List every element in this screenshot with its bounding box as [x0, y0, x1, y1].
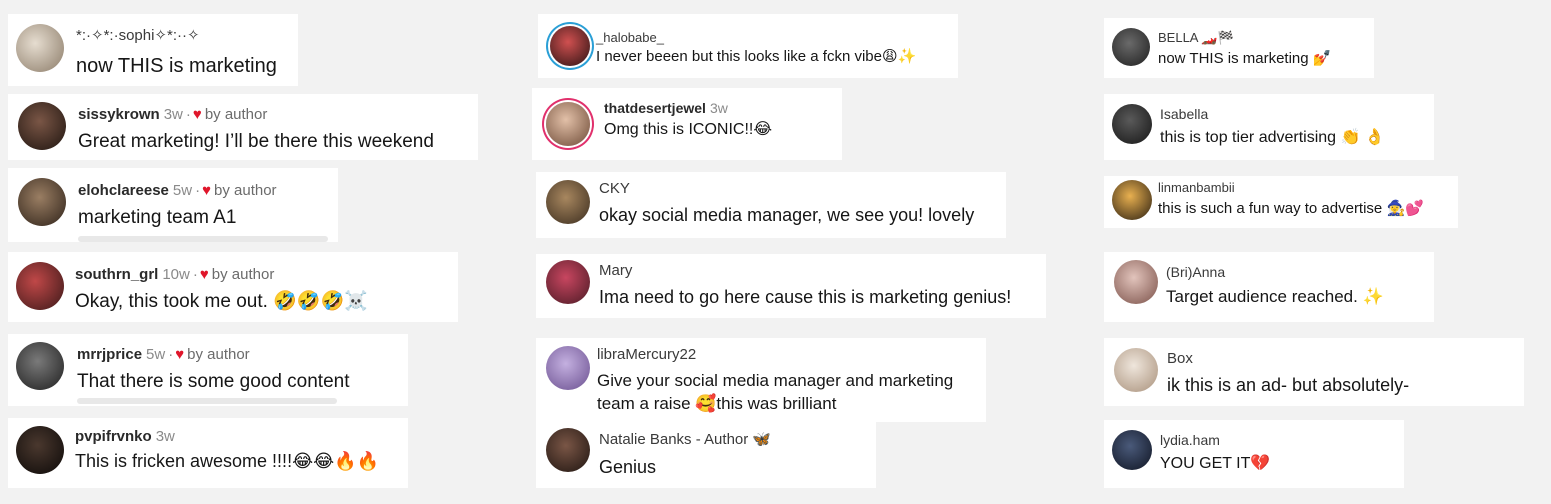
username[interactable]: (Bri)Anna — [1166, 264, 1225, 280]
username[interactable]: BELLA 🏎️🏁 — [1158, 30, 1234, 45]
username[interactable]: elohclareese — [78, 182, 169, 199]
comment-card: (Bri)Anna Target audience reached. ✨ — [1104, 252, 1434, 322]
comment-text: Okay, this took me out. 🤣🤣🤣☠️ — [75, 291, 368, 312]
comment-text: Target audience reached. ✨ — [1166, 287, 1384, 306]
avatar[interactable] — [546, 180, 590, 224]
avatar[interactable] — [546, 260, 590, 304]
comment-text: Genius — [599, 457, 657, 477]
timestamp: 3w — [709, 100, 728, 116]
username[interactable]: southrn_grl — [75, 266, 158, 283]
liked-by-author-label: by author — [204, 106, 268, 123]
avatar[interactable] — [16, 24, 64, 72]
comment-card: _halobabe_ I never beeen but this looks … — [538, 14, 958, 78]
comment-card: Box ik this is an ad- but absolutely- — [1104, 338, 1524, 406]
heart-icon: ♥ — [202, 182, 211, 199]
username[interactable]: Box — [1167, 350, 1193, 367]
comment-text: now THIS is marketing 💅 — [1158, 50, 1332, 67]
comment-text: Great marketing! I’ll be there this week… — [78, 131, 434, 152]
comment-text: marketing team A1 — [78, 207, 237, 228]
avatar[interactable] — [1114, 348, 1158, 392]
separator: · — [185, 106, 191, 123]
username[interactable]: Mary — [599, 262, 632, 279]
avatar[interactable] — [1114, 260, 1158, 304]
heart-icon: ♥ — [192, 106, 202, 123]
liked-by-author-label: by author — [211, 266, 275, 283]
comment-card: linmanbambii this is such a fun way to a… — [1104, 176, 1458, 228]
username[interactable]: lydia.ham — [1160, 432, 1220, 448]
username[interactable]: pvpifrvnko — [75, 428, 152, 445]
faint-text-line — [77, 398, 337, 404]
separator: · — [168, 346, 174, 363]
timestamp: 5w — [146, 346, 166, 363]
username[interactable]: linmanbambii — [1158, 180, 1235, 195]
comment-text: now THIS is marketing — [76, 55, 277, 77]
comment-card: sissykrown 3w · ♥ by author Great marketing!… — [8, 94, 478, 160]
comment-text: Give your social media manager and marke… — [597, 371, 954, 390]
avatar[interactable] — [1112, 104, 1152, 144]
comment-text: okay social media manager, we see you! l… — [599, 205, 975, 225]
avatar[interactable] — [16, 262, 64, 310]
comment-card: Isabella this is top tier advertising 👏 … — [1104, 94, 1434, 160]
comment-text: YOU GET IT💔 — [1160, 455, 1271, 472]
avatar[interactable] — [546, 102, 590, 146]
username[interactable]: CKY — [599, 180, 630, 197]
faint-text-line — [78, 236, 328, 242]
username[interactable]: libraMercury22 — [597, 346, 696, 363]
comment-text: That there is some good content — [77, 371, 350, 392]
comment-card: pvpifrvnko 3w This is fricken awesome !!!… — [8, 418, 408, 488]
avatar[interactable] — [1112, 28, 1150, 66]
avatar[interactable] — [18, 102, 66, 150]
comment-card: southrn_grl 10w · ♥ by author Okay, this too… — [8, 252, 458, 322]
comment-card: libraMercury22 Give your social media ma… — [536, 338, 986, 422]
separator: · — [195, 182, 201, 199]
heart-icon: ♥ — [199, 266, 209, 283]
avatar[interactable] — [546, 346, 590, 390]
comment-text: I never beeen but this looks like a fckn… — [596, 48, 917, 65]
avatar[interactable] — [18, 178, 66, 226]
timestamp: 10w — [162, 266, 190, 283]
comment-card: thatdesertjewel 3w Omg this is ICONIC!!😂 — [532, 88, 842, 160]
comment-card: Mary Ima need to go here cause this is m… — [536, 254, 1046, 318]
comment-card: CKY okay social media manager, we see yo… — [536, 172, 1006, 238]
comment-card: Natalie Banks - Author 🦋 Genius — [536, 420, 876, 488]
comment-text: Omg this is ICONIC!!😂 — [604, 121, 773, 138]
comment-card: mrrjprice 5w · ♥ by author That there is som… — [8, 334, 408, 406]
timestamp: 5w — [172, 182, 193, 199]
username[interactable]: sissykrown — [78, 106, 160, 123]
username[interactable]: mrrjprice — [77, 346, 142, 363]
separator: · — [192, 266, 198, 283]
comment-card: lydia.ham YOU GET IT💔 — [1104, 420, 1404, 488]
comment-card: BELLA 🏎️🏁 now THIS is marketing 💅 — [1104, 18, 1374, 78]
liked-by-author-label: by author — [187, 346, 250, 363]
avatar[interactable] — [16, 342, 64, 390]
comment-text: Ima need to go here cause this is market… — [599, 287, 1012, 307]
comment-text: This is fricken awesome !!!!😂😂🔥🔥 — [75, 451, 379, 471]
comment-text: this is such a fun way to advertise 🧙‍♀️… — [1158, 200, 1424, 217]
avatar[interactable] — [550, 26, 590, 66]
username[interactable]: _halobabe_ — [596, 30, 664, 45]
comment-text: this is top tier advertising 👏 👌 — [1160, 129, 1385, 146]
timestamp: 3w — [155, 428, 175, 445]
username[interactable]: Natalie Banks - Author 🦋 — [599, 431, 771, 448]
timestamp: 3w — [163, 106, 183, 123]
comment-card: *:·✧*:·sophi✧*:··✧ now THIS is marketing — [8, 14, 298, 86]
username[interactable]: *:·✧*:·sophi✧*:··✧ — [76, 27, 200, 44]
username[interactable]: thatdesertjewel — [604, 100, 706, 116]
heart-icon: ♥ — [175, 346, 185, 363]
avatar[interactable] — [16, 426, 64, 474]
avatar[interactable] — [1112, 180, 1152, 220]
avatar[interactable] — [546, 428, 590, 472]
comment-card: elohclareese 5w · ♥ by author marketing team… — [8, 168, 338, 242]
username[interactable]: Isabella — [1160, 106, 1208, 122]
avatar[interactable] — [1112, 430, 1152, 470]
comment-text-line-2: team a raise 🥰this was brilliant — [597, 394, 837, 413]
liked-by-author-label: by author — [214, 182, 277, 199]
comment-text: ik this is an ad- but absolutely- — [1167, 375, 1410, 395]
